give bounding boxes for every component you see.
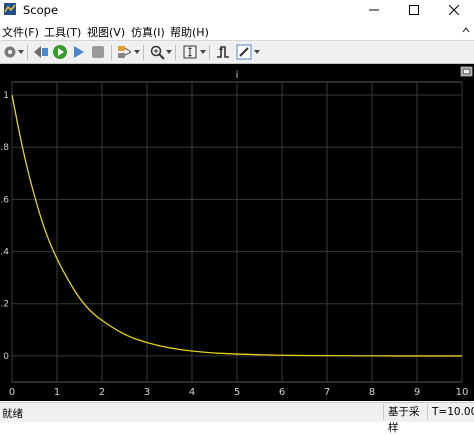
x-tick-label: 10 (456, 387, 469, 398)
toolbar-separator (27, 45, 28, 60)
x-tick-label: 8 (369, 387, 375, 398)
x-tick-label: 1 (54, 387, 60, 398)
run-icon (52, 44, 68, 60)
y-tick-label: 1 (3, 91, 9, 101)
x-tick-label: 6 (279, 387, 285, 398)
measurements-dropdown-icon[interactable] (254, 50, 260, 54)
step-forward-icon (72, 45, 86, 59)
status-bar: 就绪 基于采样 T=10.000 (0, 402, 474, 422)
toolbar (0, 41, 474, 64)
zoom-dropdown-icon[interactable] (166, 50, 172, 54)
close-icon (449, 5, 459, 15)
x-tick-label: 4 (189, 387, 195, 398)
window-title: Scope (23, 3, 58, 17)
toolbar-separator (111, 45, 112, 60)
title-bar: Scope (0, 0, 474, 20)
measure-pencil-icon (236, 44, 252, 60)
settings-button[interactable] (1, 43, 19, 61)
maximize-icon (409, 5, 419, 15)
y-tick-label: 0.4 (0, 248, 9, 258)
stop-button[interactable] (89, 43, 107, 61)
run-button[interactable] (51, 43, 69, 61)
autoscale-icon (182, 44, 198, 60)
menu-help[interactable]: 帮助(H) (170, 24, 209, 40)
stop-icon (91, 45, 105, 59)
highlight-dropdown-icon[interactable] (134, 50, 140, 54)
menu-file[interactable]: 文件(F) (2, 24, 39, 40)
x-tick-label: 0 (9, 387, 15, 398)
triggers-button[interactable] (214, 43, 232, 61)
y-tick-label: 0.6 (0, 195, 9, 205)
highlight-block-icon (117, 44, 133, 60)
scope-plot-area: i 0 1 2 3 4 5 6 7 8 9 10 0 0.2 0.4 0.6 0.8 1 (0, 64, 474, 401)
axes-restore-button[interactable] (461, 67, 472, 76)
status-ready: 就绪 (2, 406, 23, 421)
autoscale-button[interactable] (181, 43, 199, 61)
gear-icon (3, 45, 17, 59)
axes-title: i (236, 70, 239, 81)
menu-tools[interactable]: 工具(T) (44, 24, 81, 40)
maximize-button[interactable] (394, 0, 434, 20)
y-tick-label: 0.8 (0, 143, 9, 153)
toolbar-separator (175, 45, 176, 60)
settings-dropdown-icon[interactable] (18, 50, 24, 54)
x-tick-label: 2 (99, 387, 105, 398)
menu-bar: 文件(F) 工具(T) 视图(V) 仿真(I) 帮助(H) (0, 21, 474, 41)
measurements-button[interactable] (235, 43, 253, 61)
y-tick-label: 0 (3, 352, 9, 362)
autoscale-dropdown-icon[interactable] (200, 50, 206, 54)
step-back-button[interactable] (32, 43, 50, 61)
scope-app-icon (4, 3, 16, 15)
zoom-in-icon (150, 45, 165, 60)
step-back-icon (33, 45, 49, 59)
simulation-time: T=10.000 (427, 404, 474, 420)
x-tick-label: 9 (414, 387, 420, 398)
minimize-button[interactable] (354, 0, 394, 20)
collapse-arrow-icon[interactable] (462, 25, 470, 35)
menu-simulation[interactable]: 仿真(I) (131, 24, 165, 40)
step-forward-button[interactable] (70, 43, 88, 61)
close-button[interactable] (434, 0, 474, 20)
sample-mode: 基于采样 (383, 404, 426, 420)
minimize-icon (369, 5, 379, 15)
highlight-button[interactable] (116, 43, 134, 61)
menu-view[interactable]: 视图(V) (87, 24, 125, 40)
x-tick-label: 7 (324, 387, 330, 398)
toolbar-separator (209, 45, 210, 60)
trigger-icon (215, 44, 231, 60)
y-tick-label: 0.2 (0, 300, 9, 310)
toolbar-separator (143, 45, 144, 60)
zoom-button[interactable] (148, 43, 166, 61)
x-tick-label: 3 (144, 387, 150, 398)
scope-axes[interactable]: i 0 1 2 3 4 5 6 7 8 9 10 0 0.2 0.4 0.6 0.8 1 (0, 64, 474, 401)
x-tick-label: 5 (234, 387, 240, 398)
